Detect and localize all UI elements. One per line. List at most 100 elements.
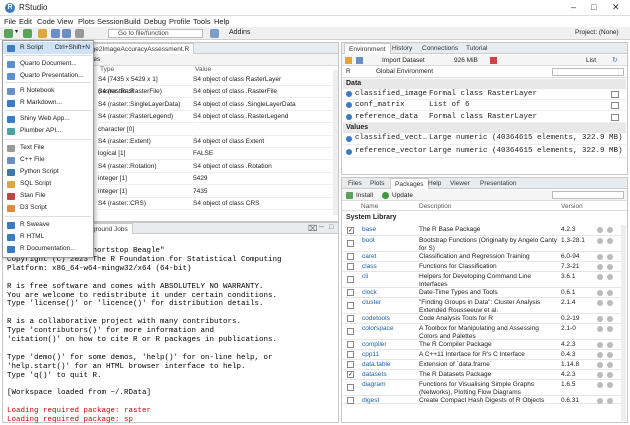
menu-item-quarto-pres[interactable]: Quarto Presentation... [3,70,93,82]
memory-usage[interactable]: 926 MiB [454,57,478,64]
menu-item-rhtml[interactable]: R HTML [3,231,93,243]
refresh-icon[interactable]: ↻ [612,56,618,64]
package-remove-icon[interactable] [607,342,613,348]
package-name-link[interactable]: class [362,263,377,270]
package-name-link[interactable]: boot [362,237,375,244]
package-info-icon[interactable] [597,254,603,260]
source-table-row[interactable]: S4 (raster::RasterFile) [98,86,192,99]
source-table-row[interactable]: logical [1] [98,148,192,161]
tab-environment[interactable]: Environment [344,43,391,54]
menu-debug[interactable]: Debug [144,17,166,26]
source-table-row[interactable]: S4 [7435 x 5429 x 1] (raster::Rast [98,74,192,95]
grid-view-icon[interactable] [611,113,619,121]
source-scrollbar[interactable] [333,70,338,215]
addins-menu[interactable]: Addins [229,29,250,36]
package-checkbox[interactable] [347,328,354,335]
menu-item-notebook[interactable]: R Notebook [3,85,93,97]
package-name-link[interactable]: cluster [362,299,381,306]
package-checkbox[interactable] [347,384,354,391]
packages-search-input[interactable] [552,191,624,199]
tab-files[interactable]: Files [344,178,366,189]
package-info-icon[interactable] [597,274,603,280]
package-checkbox[interactable] [347,351,354,358]
package-checkbox[interactable] [347,302,354,309]
package-info-icon[interactable] [597,398,603,404]
environment-search-input[interactable] [552,68,624,76]
close-icon[interactable]: ✕ [612,2,620,13]
package-checkbox[interactable] [347,361,354,368]
package-info-icon[interactable] [597,372,603,378]
update-button[interactable]: Update [392,192,413,199]
source-table-row[interactable]: S4 (raster::SingleLayerData) [98,99,192,111]
environment-data-row[interactable]: conf_matrix List of 6 [343,100,626,112]
package-checkbox[interactable] [347,276,354,283]
environment-value-row[interactable]: classified_vect… Large numeric (40364615 … [343,133,626,145]
install-icon[interactable] [346,192,353,199]
tab-plots[interactable]: Plots [366,178,388,189]
tab-presentation[interactable]: Presentation [476,178,521,189]
new-file-dropdown-icon[interactable]: ▾ [15,28,20,37]
save-all-icon[interactable] [62,29,71,38]
package-checkbox[interactable] [347,253,354,260]
source-table-row[interactable]: S4 (raster::Rotation) [98,161,192,173]
package-remove-icon[interactable] [607,290,613,296]
source-tab[interactable]: age2ImageAccuracyAssessment.R [83,43,195,54]
menu-profile[interactable]: Profile [169,17,190,26]
print-icon[interactable] [75,29,84,38]
package-remove-icon[interactable] [607,398,613,404]
menu-build[interactable]: Build [124,17,141,26]
list-view-dropdown[interactable]: List [586,57,596,64]
grid-view-icon[interactable] [611,102,619,110]
package-info-icon[interactable] [597,382,603,388]
package-checkbox[interactable] [347,289,354,296]
open-icon[interactable] [345,57,352,64]
source-table-row[interactable]: integer [1] [98,186,192,198]
package-name-link[interactable]: compiler [362,341,387,348]
open-file-icon[interactable] [38,29,47,38]
menu-item-rmarkdown[interactable]: R Markdown... [3,97,93,109]
package-remove-icon[interactable] [607,316,613,322]
language-dropdown[interactable]: R [346,68,351,75]
menu-item-quarto-doc[interactable]: Quarto Document... [3,58,93,70]
install-button[interactable]: Install [356,192,373,199]
tab-help[interactable]: Help [424,178,445,189]
new-project-icon[interactable] [23,29,32,38]
package-remove-icon[interactable] [607,264,613,270]
minimize-pane-icon[interactable]: ─ [319,224,324,231]
expand-icon[interactable] [346,149,352,155]
environment-data-row[interactable]: classified_image Formal class RasterLayer [343,89,626,100]
package-name-link[interactable]: digest [362,397,379,404]
package-remove-icon[interactable] [607,300,613,306]
package-remove-icon[interactable] [607,254,613,260]
source-table-row[interactable]: character [0] [98,124,192,136]
package-remove-icon[interactable] [607,227,613,233]
save-icon[interactable] [51,29,60,38]
source-table-row[interactable]: S4 (raster::RasterLegend) [98,111,192,124]
tab-tutorial[interactable]: Tutorial [462,43,491,54]
expand-icon[interactable] [346,113,352,120]
menu-item-sweave[interactable]: R Sweave [3,219,93,231]
package-checkbox[interactable]: ✓ [347,371,354,378]
package-info-icon[interactable] [597,300,603,306]
menu-item-text-file[interactable]: Text File [3,142,93,154]
maximize-icon[interactable]: □ [591,2,596,12]
package-name-link[interactable]: data.table [362,361,391,368]
maximize-pane-icon[interactable]: □ [329,224,333,231]
package-remove-icon[interactable] [607,382,613,388]
environment-value-row[interactable]: reference_vector Large numeric (40364615 … [343,146,626,158]
menu-session[interactable]: Session [97,17,124,26]
source-table-row[interactable]: S4 (raster::Extent) [98,136,192,148]
package-info-icon[interactable] [597,326,603,332]
global-env-dropdown[interactable]: Global Environment [376,68,433,75]
menu-tools[interactable]: Tools [193,17,211,26]
menu-item-sql[interactable]: SQL Script [3,178,93,190]
source-table-row[interactable]: S4 (raster::CRS) [98,198,192,210]
menu-help[interactable]: Help [214,17,229,26]
grid-icon[interactable] [210,29,219,38]
package-checkbox[interactable]: ✓ [347,226,354,234]
package-info-icon[interactable] [597,316,603,322]
expand-icon[interactable] [346,91,352,97]
package-name-link[interactable]: diagram [362,381,385,388]
menu-item-stan[interactable]: Stan File [3,190,93,202]
package-name-link[interactable]: codetools [362,315,390,322]
